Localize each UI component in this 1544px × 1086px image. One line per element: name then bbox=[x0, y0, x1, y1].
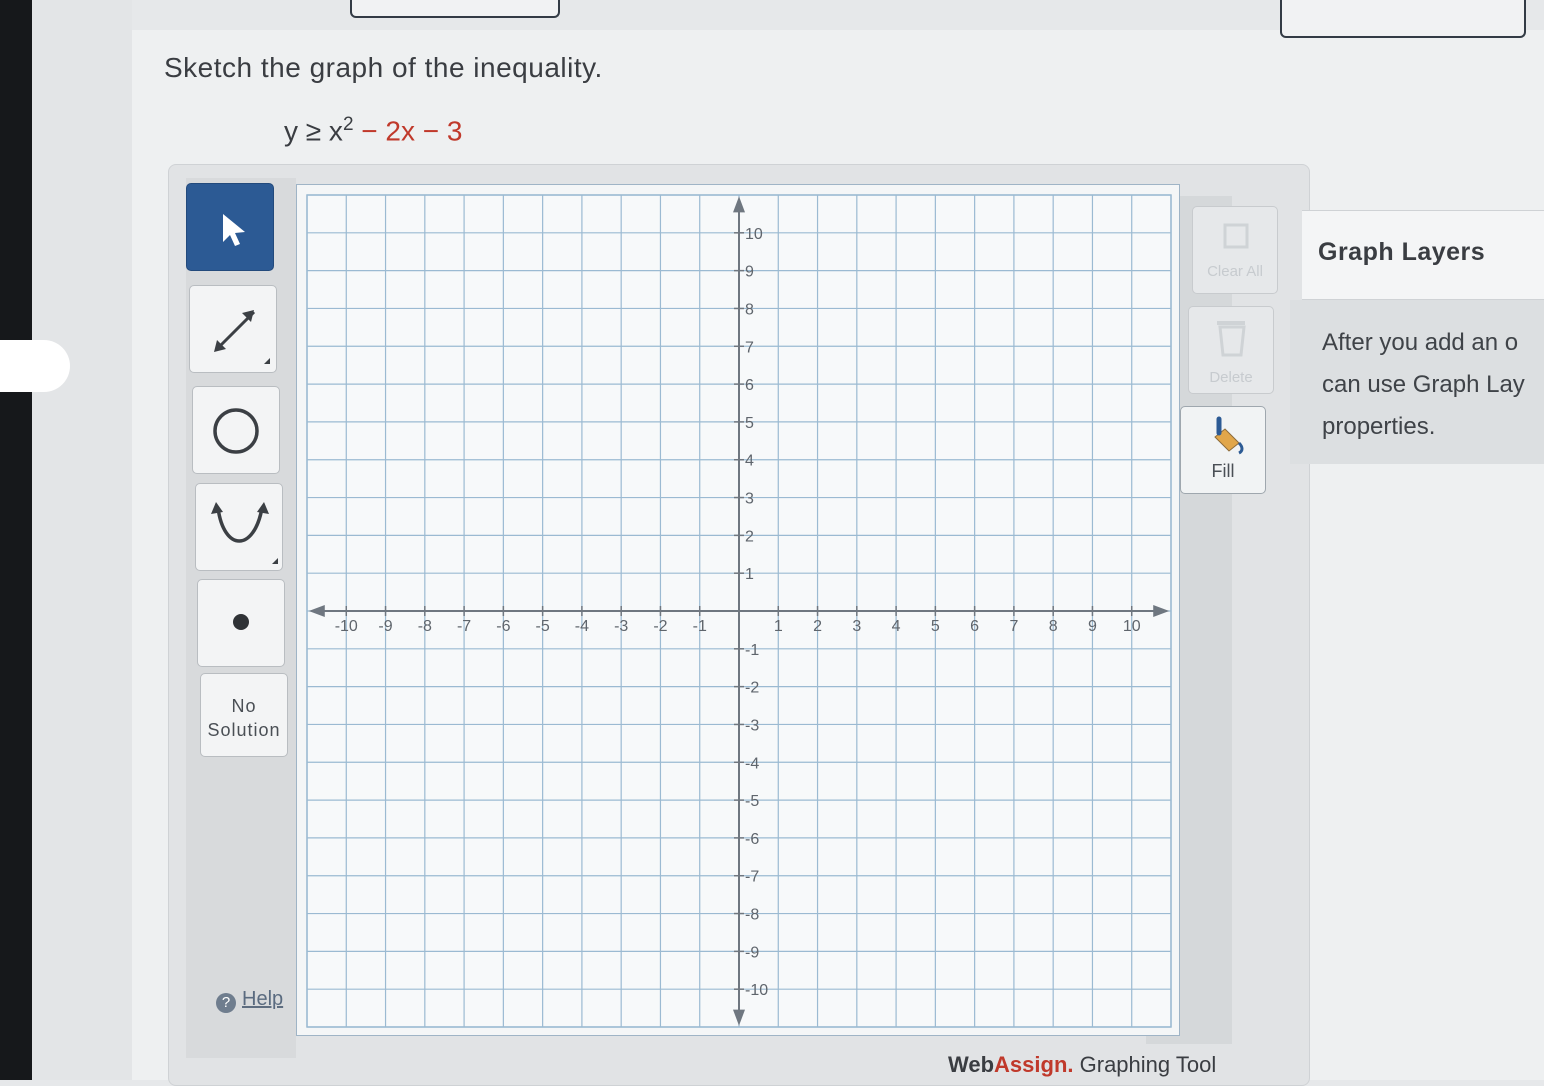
point-icon bbox=[233, 614, 249, 630]
x-tick-label: 2 bbox=[813, 618, 822, 635]
y-tick-label: -5 bbox=[745, 793, 759, 810]
graph-canvas[interactable]: -10 -9 -8 -7 -6 -5 -4 -3 -2 -1 1 2 3 4 5 6 7 8 9 10 10 9 8 7 6 5 4… bbox=[296, 184, 1180, 1036]
x-tick-label: -7 bbox=[457, 618, 471, 635]
inequality-rhs: − 2x − 3 bbox=[353, 115, 463, 147]
page-margin bbox=[32, 0, 132, 1080]
footer-brand: WebAssign. Graphing Tool bbox=[948, 1052, 1216, 1078]
coordinate-plane[interactable]: -10 -9 -8 -7 -6 -5 -4 -3 -2 -1 1 2 3 4 5 6 7 8 9 10 10 9 8 7 6 5 4… bbox=[297, 185, 1181, 1037]
fill-label: Fill bbox=[1211, 461, 1235, 481]
top-button-partial[interactable] bbox=[350, 0, 560, 18]
layers-text-line3: properties. bbox=[1322, 413, 1436, 440]
graph-layers-text: After you add an o can use Graph Lay pro… bbox=[1322, 322, 1544, 448]
x-tick-label: 4 bbox=[892, 618, 901, 635]
x-tick-label: -9 bbox=[378, 618, 392, 635]
x-tick-label: 10 bbox=[1123, 618, 1141, 635]
y-tick-label: 4 bbox=[745, 453, 754, 470]
x-tick-label: 8 bbox=[1049, 618, 1058, 635]
question-prompt: Sketch the graph of the inequality. bbox=[164, 52, 603, 83]
circle-tool-button[interactable] bbox=[192, 386, 280, 474]
help-icon: ? bbox=[216, 993, 236, 1013]
y-tick-label: -1 bbox=[745, 642, 759, 659]
double-arrow-line-icon bbox=[214, 310, 270, 364]
no-solution-line1: No bbox=[231, 696, 257, 716]
y-tick-label: 6 bbox=[745, 377, 754, 394]
x-tick-label: -3 bbox=[614, 618, 628, 635]
y-tick-label: 5 bbox=[745, 415, 754, 432]
x-tick-label: 3 bbox=[852, 618, 861, 635]
x-tick-label: -10 bbox=[335, 618, 358, 635]
brand-web: Web bbox=[948, 1052, 995, 1077]
x-tick-label: -1 bbox=[693, 618, 707, 635]
x-tick-label: -8 bbox=[418, 618, 432, 635]
inequality-lhs: y ≥ x bbox=[284, 115, 343, 147]
line-tool-button[interactable] bbox=[189, 285, 277, 373]
my-notes-button-partial[interactable] bbox=[1280, 0, 1526, 38]
y-tick-label: 10 bbox=[745, 226, 763, 243]
inequality-expression: y ≥ x2 − 2x − 3 bbox=[284, 114, 462, 147]
delete-label: Delete bbox=[1209, 369, 1253, 386]
y-tick-label: 3 bbox=[745, 491, 754, 508]
y-tick-label: 9 bbox=[745, 264, 754, 281]
brand-assign: Assign. bbox=[994, 1052, 1074, 1077]
screen-glare bbox=[0, 340, 70, 392]
x-tick-label: 9 bbox=[1088, 618, 1097, 635]
parabola-icon bbox=[211, 502, 278, 564]
y-tick-label: 1 bbox=[745, 566, 754, 583]
layers-text-line2: can use Graph Lay bbox=[1322, 371, 1525, 398]
inequality-exponent: 2 bbox=[342, 114, 354, 135]
screen-bezel bbox=[0, 0, 32, 1080]
clear-all-icon bbox=[1223, 223, 1249, 249]
circle-icon bbox=[213, 408, 259, 454]
y-tick-label: -2 bbox=[745, 680, 759, 697]
y-tick-label: -7 bbox=[745, 869, 759, 886]
y-tick-label: 7 bbox=[745, 339, 754, 356]
y-tick-label: -8 bbox=[745, 907, 759, 924]
x-tick-label: -2 bbox=[653, 618, 667, 635]
y-tick-label: -4 bbox=[745, 755, 759, 772]
clear-all-button[interactable]: Clear All bbox=[1192, 206, 1278, 294]
parabola-tool-button[interactable] bbox=[195, 483, 283, 571]
help-link[interactable]: ? Help bbox=[216, 988, 283, 1013]
point-tool-button[interactable] bbox=[197, 579, 285, 667]
pointer-arrow-icon bbox=[223, 214, 245, 246]
tool-name: Graphing Tool bbox=[1073, 1052, 1217, 1077]
y-tick-label: -9 bbox=[745, 944, 759, 961]
x-tick-label: -6 bbox=[496, 618, 510, 635]
x-tick-label: 5 bbox=[931, 618, 940, 635]
layers-text-line1: After you add an o bbox=[1322, 329, 1519, 356]
graph-layers-title: Graph Layers bbox=[1318, 238, 1486, 266]
fill-button[interactable]: Fill bbox=[1180, 406, 1266, 494]
x-tick-label: 6 bbox=[970, 618, 979, 635]
no-solution-line2: Solution bbox=[207, 720, 281, 740]
select-tool-button[interactable] bbox=[186, 183, 274, 271]
no-solution-button[interactable]: No Solution bbox=[200, 673, 288, 757]
x-tick-label: -4 bbox=[575, 618, 589, 635]
y-tick-label: -3 bbox=[745, 717, 759, 734]
clear-all-label: Clear All bbox=[1207, 263, 1263, 280]
y-tick-label: -10 bbox=[745, 982, 768, 999]
delete-button[interactable]: Delete bbox=[1188, 306, 1274, 394]
y-tick-label: 2 bbox=[745, 528, 754, 545]
x-tick-label: -5 bbox=[536, 618, 550, 635]
x-tick-label: 7 bbox=[1009, 618, 1018, 635]
x-tick-label: 1 bbox=[774, 618, 783, 635]
y-tick-label: -6 bbox=[745, 831, 759, 848]
y-tick-label: 8 bbox=[745, 301, 754, 318]
help-label: Help bbox=[242, 988, 284, 1010]
